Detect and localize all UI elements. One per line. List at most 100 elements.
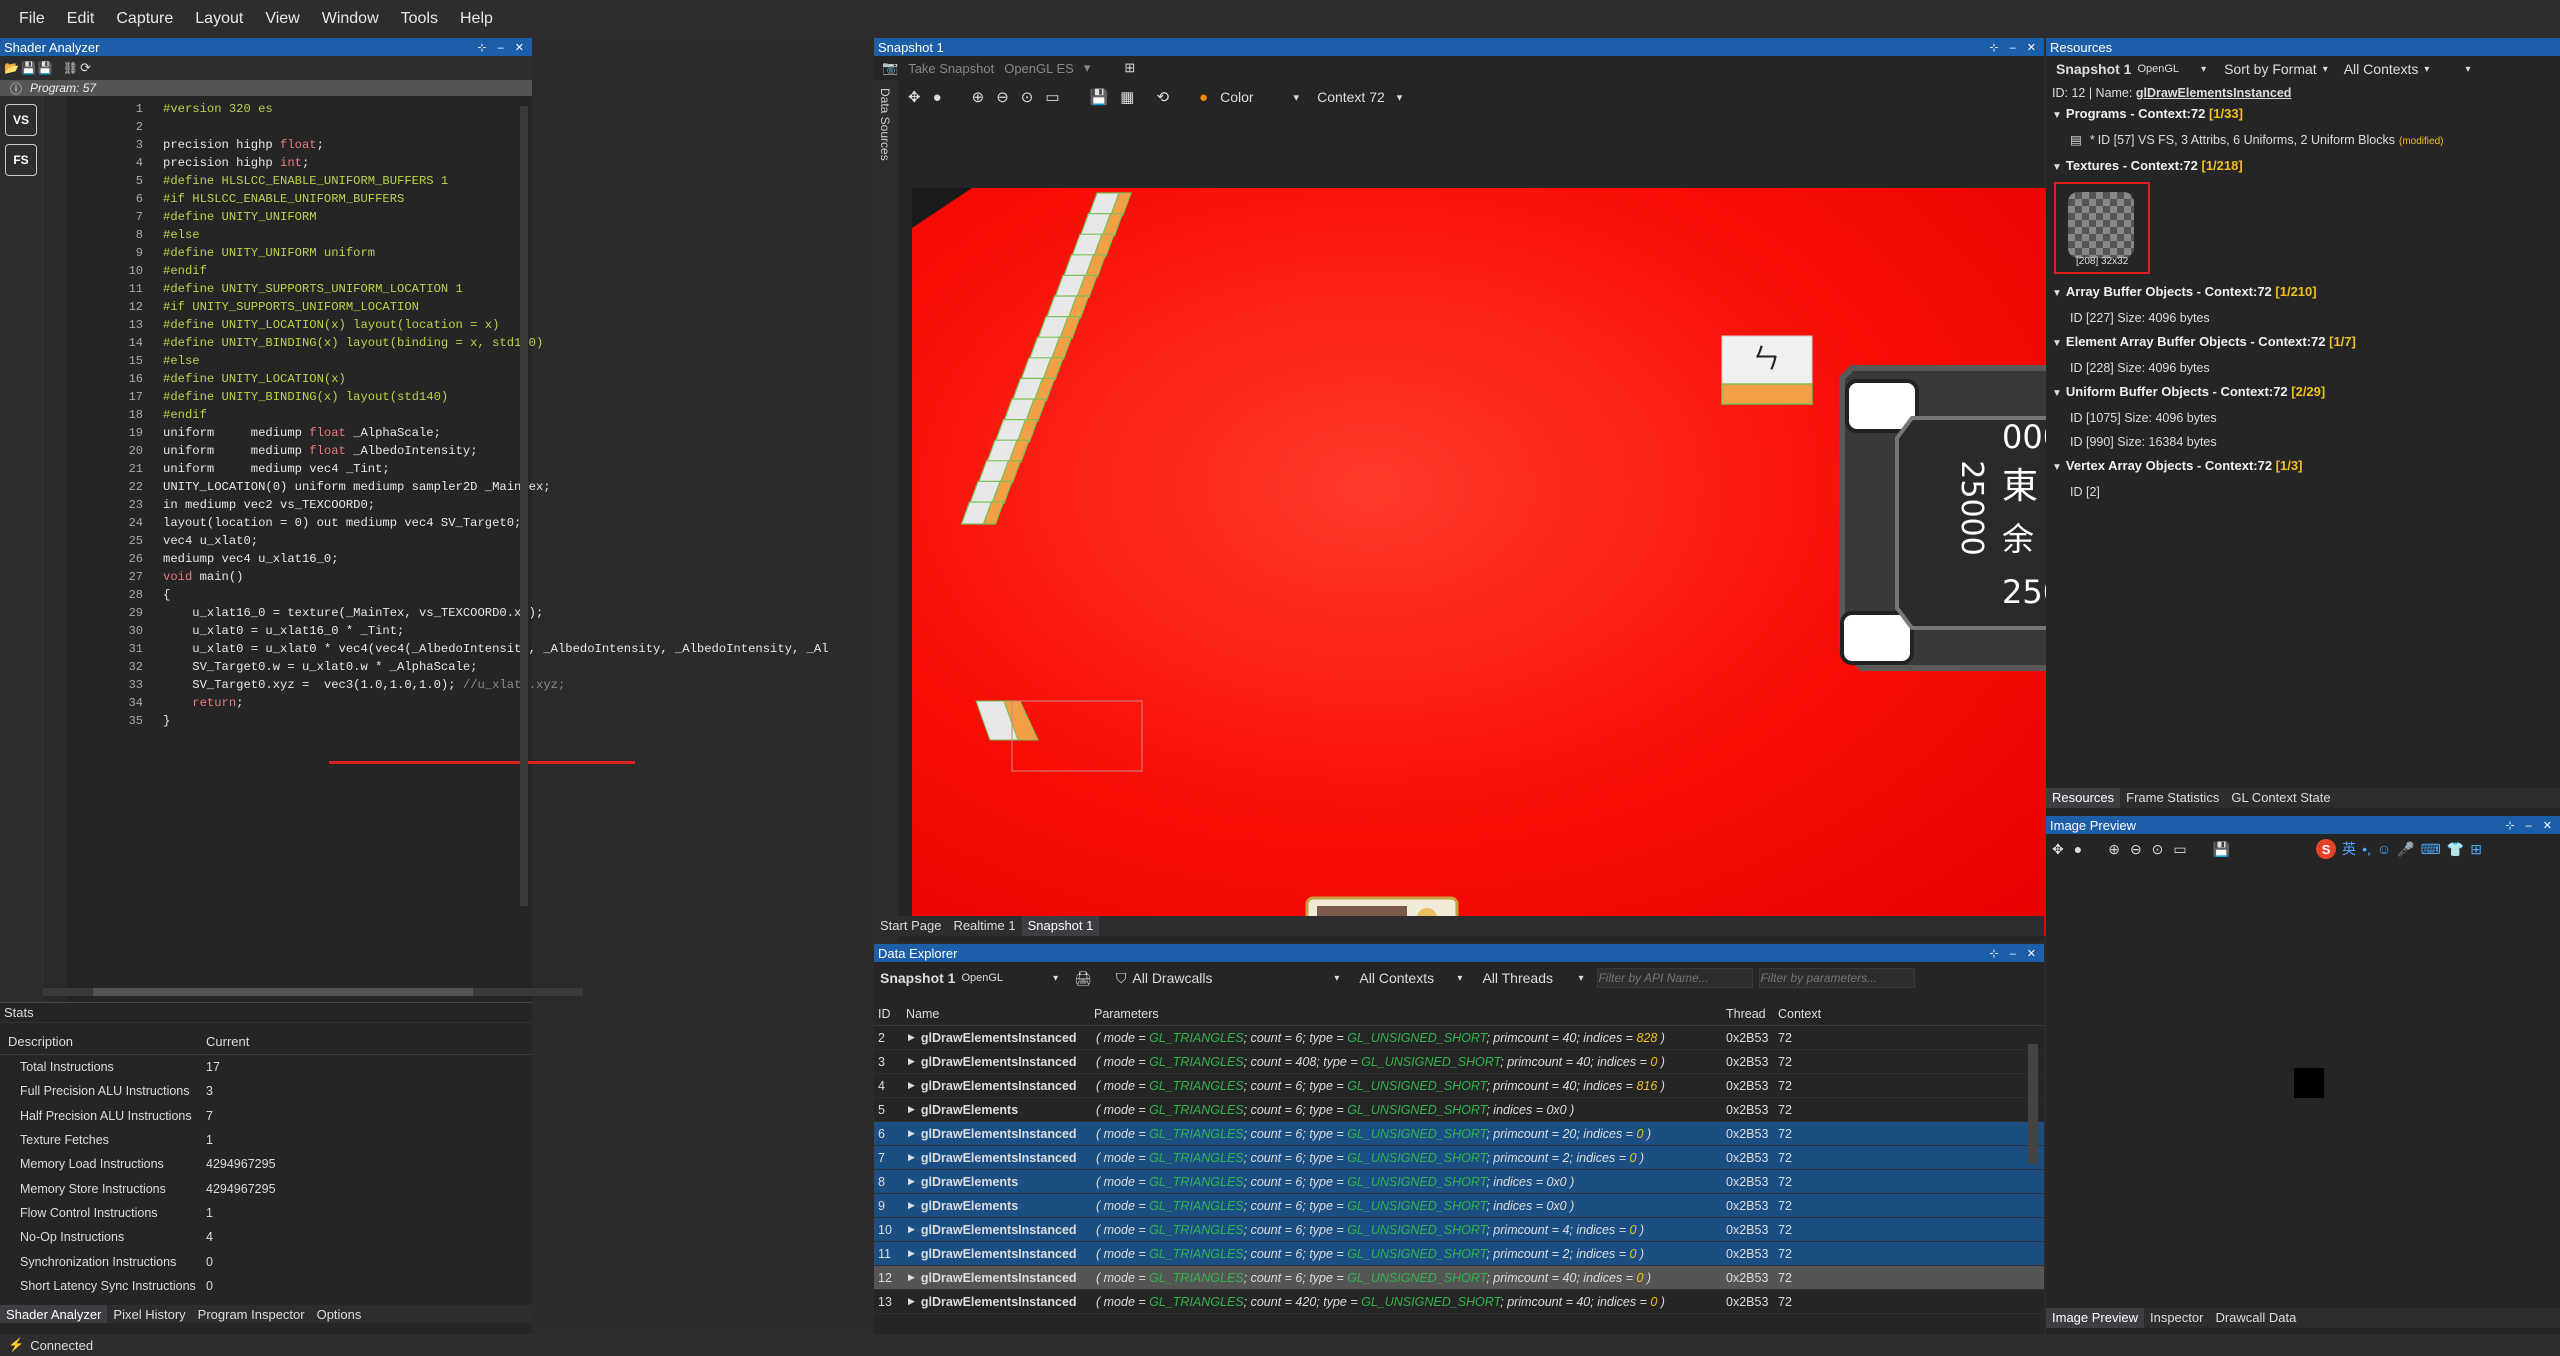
emoji-icon[interactable]: ☺ bbox=[2377, 841, 2391, 857]
tab-program-inspector[interactable]: Program Inspector bbox=[192, 1305, 311, 1323]
expand-icon[interactable]: ▶ bbox=[908, 1272, 915, 1283]
menu-window[interactable]: Window bbox=[311, 10, 390, 28]
resource-group[interactable]: ▼ Array Buffer Objects - Context:72 [1/21… bbox=[2052, 280, 2560, 306]
drawcall-row[interactable]: 7 ▶ glDrawElementsInstanced ( mode = GL_TRI… bbox=[874, 1146, 2044, 1170]
api-dropdown[interactable]: OpenGL ES bbox=[1004, 61, 1074, 76]
zoom-fit-icon[interactable]: ⊙ bbox=[1021, 88, 1034, 106]
col-id[interactable]: ID bbox=[874, 1007, 902, 1021]
resources-snapshot-label[interactable]: Snapshot 1 bbox=[2056, 61, 2131, 77]
code-line[interactable]: #define UNITY_LOCATION(x) bbox=[163, 370, 893, 388]
menu-view[interactable]: View bbox=[254, 10, 310, 28]
ime-logo-icon[interactable]: S bbox=[2316, 839, 2337, 859]
expand-icon[interactable]: ▶ bbox=[908, 1056, 915, 1067]
explorer-snapshot-label[interactable]: Snapshot 1 bbox=[880, 970, 955, 986]
context-dropdown[interactable]: Context 72 bbox=[1317, 89, 1385, 105]
skin-icon[interactable]: 👕 bbox=[2447, 841, 2464, 858]
col-thread[interactable]: Thread bbox=[1722, 1007, 1774, 1021]
resources-contexts-dropdown[interactable]: All Contexts bbox=[2344, 61, 2419, 77]
sync-icon[interactable]: ⟲ bbox=[1156, 88, 1169, 106]
resource-item[interactable]: ID [228] Size: 4096 bytes bbox=[2052, 356, 2560, 380]
code-line[interactable]: ​ bbox=[163, 118, 893, 136]
drawcall-row[interactable]: 5 ▶ glDrawElements ( mode = GL_TRIANGLES; c… bbox=[874, 1098, 2044, 1122]
drawcall-row[interactable]: 2 ▶ glDrawElementsInstanced ( mode = GL_TRI… bbox=[874, 1026, 2044, 1050]
panel-controls[interactable]: ⊹ – ✕ bbox=[1989, 947, 2044, 960]
expand-icon[interactable]: ▶ bbox=[908, 1296, 915, 1307]
record-icon[interactable]: ● bbox=[933, 89, 942, 106]
collapse-icon[interactable]: ▼ bbox=[2052, 388, 2062, 399]
expand-icon[interactable]: ▶ bbox=[908, 1080, 915, 1091]
code-line[interactable]: UNITY_LOCATION(0) uniform mediump sample… bbox=[163, 478, 893, 496]
tab-snapshot-1[interactable]: Snapshot 1 bbox=[1021, 916, 1100, 936]
menu-capture[interactable]: Capture bbox=[105, 10, 184, 28]
code-line[interactable]: #define UNITY_UNIFORM uniform bbox=[163, 244, 893, 262]
sort-dropdown[interactable]: Sort by Format bbox=[2224, 61, 2317, 77]
expand-icon[interactable]: ▶ bbox=[908, 1032, 915, 1043]
call-name-link[interactable]: glDrawElementsInstanced bbox=[2136, 86, 2292, 100]
render-viewport[interactable]: ㄣ 000 東 余 25000 250 bbox=[912, 188, 2058, 936]
code-line[interactable]: u_xlat0 = u_xlat0 * vec4(vec4(_AlbedoInt… bbox=[163, 640, 893, 658]
tab-options[interactable]: Options bbox=[311, 1305, 368, 1323]
contexts-dropdown[interactable]: All Contexts bbox=[1359, 970, 1451, 986]
panel-controls[interactable]: ⊹ – ✕ bbox=[477, 41, 532, 54]
link-icon[interactable]: ⛓ bbox=[63, 61, 78, 75]
horizontal-scrollbar[interactable] bbox=[93, 988, 473, 996]
chevron-down-icon[interactable]: ▾ bbox=[1053, 973, 1058, 984]
chevron-down-icon[interactable]: ▾ bbox=[2465, 64, 2470, 75]
zoom-in-icon[interactable]: ⊕ bbox=[972, 88, 985, 106]
code-line[interactable]: #endif bbox=[163, 406, 893, 424]
expand-icon[interactable]: ▶ bbox=[908, 1248, 915, 1259]
resource-group[interactable]: ▼ Uniform Buffer Objects - Context:72 [2/… bbox=[2052, 380, 2560, 406]
threads-dropdown[interactable]: All Threads bbox=[1482, 970, 1572, 986]
menu-edit[interactable]: Edit bbox=[56, 10, 106, 28]
save-image-icon[interactable]: 💾 bbox=[1090, 88, 1109, 106]
tab-resources[interactable]: Resources bbox=[2046, 788, 2121, 808]
resource-group[interactable]: ▼ Element Array Buffer Objects - Context:… bbox=[2052, 330, 2560, 356]
punctuation-icon[interactable]: •, bbox=[2362, 841, 2371, 857]
save-image-icon[interactable]: 💾 bbox=[2213, 841, 2230, 858]
resource-item[interactable]: ▤ * ID [57] VS FS, 3 Attribs, 6 Uniforms, … bbox=[2052, 128, 2560, 154]
code-line[interactable]: #define UNITY_UNIFORM bbox=[163, 208, 893, 226]
collapse-icon[interactable]: ▼ bbox=[2052, 288, 2062, 299]
drawcall-row[interactable]: 8 ▶ glDrawElements ( mode = GL_TRIANGLES; c… bbox=[874, 1170, 2044, 1194]
code-line[interactable]: SV_Target0.xyz = vec3(1.0,1.0,1.0); //u_… bbox=[163, 676, 893, 694]
code-text[interactable]: #version 320 es​precision highp float;pr… bbox=[163, 100, 893, 730]
zoom-in-icon[interactable]: ⊕ bbox=[2108, 841, 2120, 858]
drawcall-filter-dropdown[interactable]: All Drawcalls bbox=[1132, 970, 1328, 986]
save-all-icon[interactable]: 💾 bbox=[38, 61, 53, 75]
texture-thumbnail[interactable] bbox=[2068, 192, 2134, 258]
expand-icon[interactable]: ▶ bbox=[908, 1104, 915, 1115]
menu-layout[interactable]: Layout bbox=[184, 10, 254, 28]
collapse-icon[interactable]: ▼ bbox=[2052, 462, 2062, 473]
tab-realtime-1[interactable]: Realtime 1 bbox=[947, 916, 1021, 936]
code-line[interactable]: uniform mediump float _AlbedoIntensity; bbox=[163, 442, 893, 460]
code-line[interactable]: layout(location = 0) out mediump vec4 SV… bbox=[163, 514, 893, 532]
fullscreen-icon[interactable]: ▭ bbox=[1045, 88, 1059, 106]
keyboard-icon[interactable]: ⌨ bbox=[2421, 841, 2441, 858]
data-sources-label[interactable]: Data Sources bbox=[878, 88, 892, 161]
chevron-down-icon[interactable]: ▾ bbox=[1334, 973, 1339, 984]
expand-icon[interactable]: ▶ bbox=[908, 1128, 915, 1139]
take-snapshot-button[interactable]: Take Snapshot bbox=[908, 61, 994, 76]
code-line[interactable]: vec4 u_xlat0; bbox=[163, 532, 893, 550]
tab-start-page[interactable]: Start Page bbox=[874, 916, 947, 936]
code-line[interactable]: uniform mediump float _AlphaScale; bbox=[163, 424, 893, 442]
color-icon[interactable]: ● bbox=[1199, 89, 1208, 106]
code-line[interactable]: precision highp float; bbox=[163, 136, 893, 154]
panel-controls[interactable]: ⊹ – ✕ bbox=[2505, 819, 2560, 832]
code-line[interactable]: #else bbox=[163, 352, 893, 370]
tab-frame-statistics[interactable]: Frame Statistics bbox=[2120, 788, 2225, 808]
vertical-scrollbar[interactable] bbox=[520, 106, 528, 906]
resource-group[interactable]: ▼ Programs - Context:72 [1/33] bbox=[2052, 102, 2560, 128]
col-description[interactable]: Description bbox=[0, 1034, 206, 1049]
chevron-down-icon[interactable]: ▾ bbox=[2424, 64, 2429, 75]
resource-group[interactable]: ▼ Vertex Array Objects - Context:72 [1/3] bbox=[2052, 454, 2560, 480]
drawcall-row[interactable]: 12 ▶ glDrawElementsInstanced ( mode = GL_TR… bbox=[874, 1266, 2044, 1290]
pointer-icon[interactable]: ✥ bbox=[908, 88, 921, 106]
chevron-down-icon[interactable]: ▾ bbox=[2323, 64, 2328, 75]
camera-icon[interactable]: 📷 bbox=[882, 60, 898, 76]
color-mode-dropdown[interactable]: Color bbox=[1220, 89, 1253, 105]
menu-tools[interactable]: Tools bbox=[390, 10, 449, 28]
fragment-shader-button[interactable]: FS bbox=[5, 144, 37, 176]
tab-shader-analyzer[interactable]: Shader Analyzer bbox=[0, 1305, 108, 1323]
pointer-icon[interactable]: ✥ bbox=[2052, 841, 2064, 858]
